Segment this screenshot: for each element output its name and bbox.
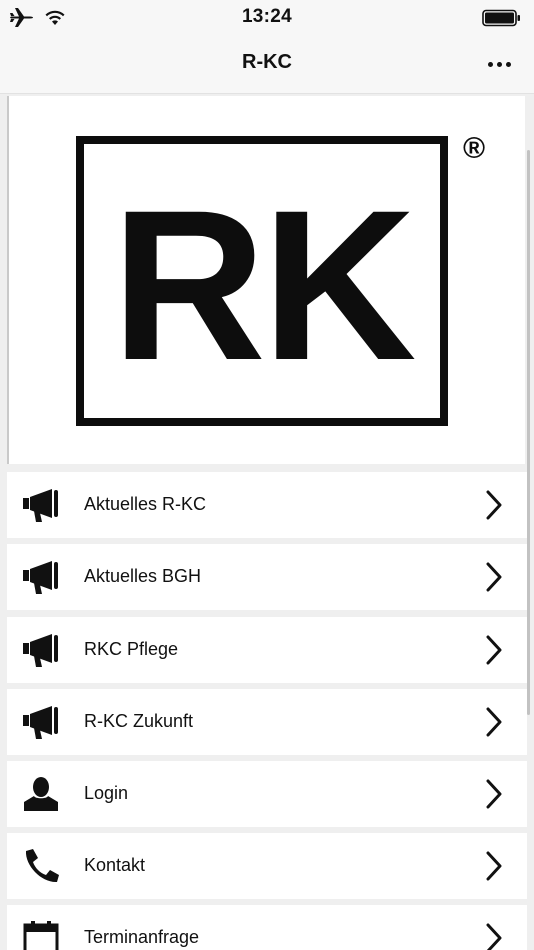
- menu-item-label: Kontakt: [84, 855, 146, 875]
- registered-mark: ®: [463, 132, 486, 165]
- menu-item-kontakt[interactable]: Kontakt: [7, 833, 527, 899]
- logo-text: RK: [111, 166, 416, 405]
- more-dot: [505, 61, 511, 67]
- menu-item-aktuelles-r-kc[interactable]: Aktuelles R-KC: [7, 472, 527, 538]
- more-options-button[interactable]: [484, 52, 514, 76]
- battery-icon: [482, 9, 522, 32]
- status-bar: 13:24: [0, 0, 534, 36]
- menu-item-login[interactable]: Login: [7, 761, 527, 827]
- chevron-right-icon: [486, 635, 502, 665]
- menu-item-terminanfrage[interactable]: Terminanfrage: [7, 905, 527, 950]
- phone-icon: [25, 849, 60, 883]
- menu-item-label: Terminanfrage: [84, 927, 200, 947]
- megaphone-icon: [23, 489, 58, 522]
- chevron-right-icon: [486, 851, 502, 881]
- menu-item-rkc-pflege[interactable]: RKC Pflege: [7, 617, 527, 683]
- chevron-right-icon: [486, 707, 502, 737]
- menu-item-label: Login: [84, 783, 129, 803]
- menu-item-label: R-KC Zukunft: [84, 711, 194, 731]
- menu-item-label: RKC Pflege: [84, 639, 179, 659]
- more-dot: [487, 61, 493, 67]
- menu-item-r-kc-zukunft[interactable]: R-KC Zukunft: [7, 689, 527, 755]
- navigation-bar: R-KC: [0, 36, 534, 94]
- calendar-icon: [23, 921, 59, 950]
- user-icon: [24, 777, 58, 811]
- logo-card: RK ®: [7, 96, 525, 464]
- megaphone-icon: [23, 561, 58, 594]
- menu-item-aktuelles-bgh[interactable]: Aktuelles BGH: [7, 544, 527, 610]
- more-dot: [496, 61, 502, 67]
- status-time: 13:24: [241, 6, 293, 27]
- logo-frame: RK: [76, 136, 448, 426]
- megaphone-icon: [23, 706, 58, 739]
- menu-item-label: Aktuelles R-KC: [84, 494, 207, 514]
- scrollbar[interactable]: [527, 150, 530, 715]
- megaphone-icon: [23, 634, 58, 667]
- chevron-right-icon: [486, 490, 502, 520]
- menu-item-label: Aktuelles BGH: [84, 566, 202, 586]
- page-title: R-KC: [242, 51, 292, 73]
- chevron-right-icon: [486, 779, 502, 809]
- chevron-right-icon: [486, 562, 502, 592]
- chevron-right-icon: [486, 923, 502, 950]
